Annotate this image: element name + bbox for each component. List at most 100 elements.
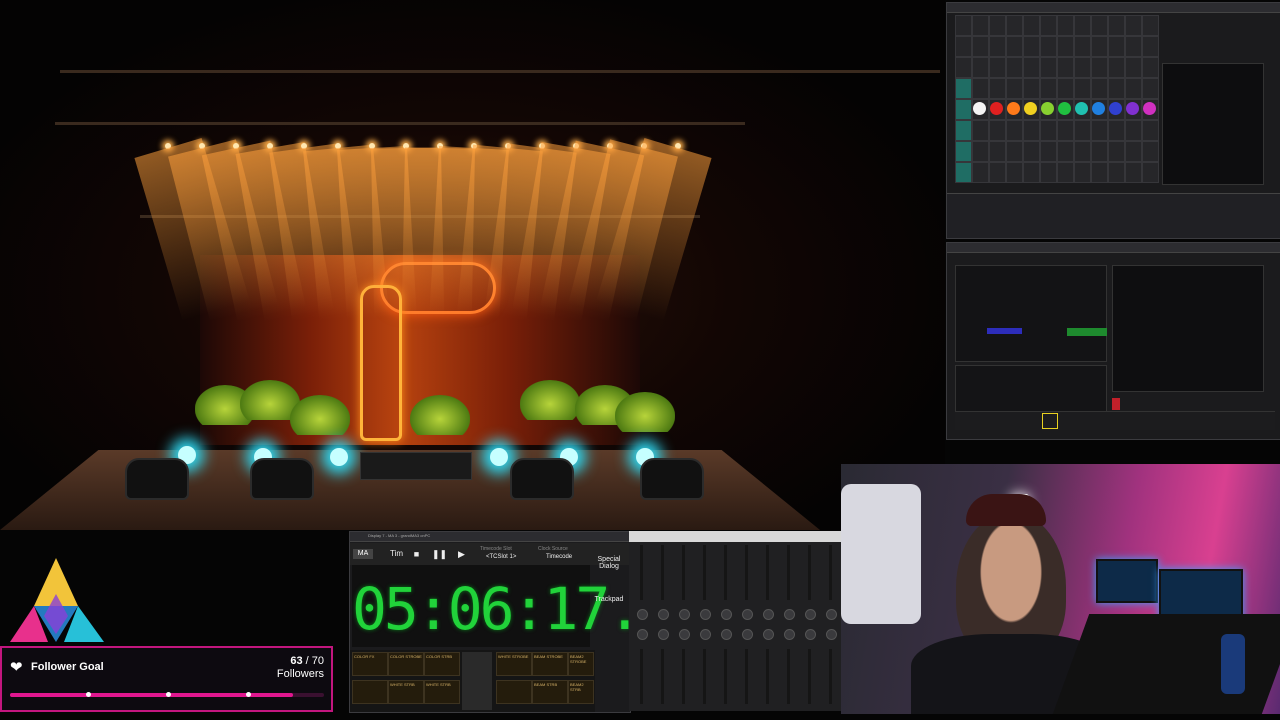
- pool-cell[interactable]: [1006, 141, 1023, 162]
- fader-window[interactable]: [629, 531, 841, 711]
- pool-cell[interactable]: [955, 15, 972, 36]
- executor-button[interactable]: COLOR FX: [352, 652, 388, 676]
- stop-icon[interactable]: ■: [410, 548, 423, 560]
- trackpad-button[interactable]: Trackpad: [592, 596, 626, 603]
- pool-cell[interactable]: [1023, 15, 1040, 36]
- pool-cell[interactable]: [1108, 78, 1125, 99]
- pool-cell[interactable]: [1125, 120, 1142, 141]
- executor-button[interactable]: BEAM STRB: [532, 680, 568, 704]
- pool-cell[interactable]: [1057, 78, 1074, 99]
- fader-track[interactable]: [766, 649, 769, 704]
- encoder-knob[interactable]: [658, 609, 669, 620]
- color-preset-icon[interactable]: [1092, 102, 1105, 115]
- pool-cell[interactable]: [1040, 36, 1057, 57]
- color-preset-icon[interactable]: [1058, 102, 1071, 115]
- fader-track[interactable]: [808, 649, 811, 704]
- fader-track[interactable]: [787, 545, 790, 600]
- pool-cell[interactable]: [1074, 141, 1091, 162]
- fader-track[interactable]: [640, 545, 643, 600]
- fader-track[interactable]: [703, 649, 706, 704]
- fader-track[interactable]: [724, 545, 727, 600]
- executor-strip[interactable]: COLOR FX COLOR STROBE COLOR STRB WHITE S…: [350, 650, 595, 712]
- pool-cell[interactable]: [1108, 141, 1125, 162]
- pool-cell[interactable]: [955, 78, 972, 99]
- encoder-knob[interactable]: [679, 609, 690, 620]
- pool-cell[interactable]: [972, 120, 989, 141]
- executor-button[interactable]: WHITE STROBE: [496, 652, 532, 676]
- timecode-window[interactable]: Display 7 - MA 3 - grandMA3 onPC MA Tim …: [349, 531, 631, 713]
- pool-cell[interactable]: [989, 120, 1006, 141]
- encoder-knob[interactable]: [700, 629, 711, 640]
- fader-track[interactable]: [703, 545, 706, 600]
- pool-cell[interactable]: [1074, 15, 1091, 36]
- pool-cell[interactable]: [1074, 120, 1091, 141]
- pool-cell[interactable]: [1040, 57, 1057, 78]
- selected-executor[interactable]: [1042, 413, 1058, 429]
- pool-cell[interactable]: [1057, 141, 1074, 162]
- pool-cell[interactable]: [989, 141, 1006, 162]
- pool-cell[interactable]: [972, 78, 989, 99]
- pool-cell[interactable]: [1108, 162, 1125, 183]
- window-titlebar[interactable]: [947, 3, 1280, 13]
- pool-cell[interactable]: [1057, 36, 1074, 57]
- pool-cell[interactable]: [955, 141, 972, 162]
- encoder-knob[interactable]: [826, 629, 837, 640]
- executor-button[interactable]: BEAM STROBE: [532, 652, 568, 676]
- fader-track[interactable]: [724, 649, 727, 704]
- fader-track[interactable]: [682, 545, 685, 600]
- fader-track[interactable]: [829, 649, 832, 704]
- pool-cell[interactable]: [1142, 120, 1159, 141]
- encoder-knob[interactable]: [826, 609, 837, 620]
- executor-button[interactable]: BEAM2 STRB: [568, 680, 594, 704]
- timecode-tab[interactable]: Tim: [390, 549, 403, 558]
- pool-cell[interactable]: [1040, 162, 1057, 183]
- pool-cell[interactable]: [1040, 120, 1057, 141]
- pool-cell[interactable]: [972, 36, 989, 57]
- executor-button[interactable]: COLOR STROBE: [388, 652, 424, 676]
- cue-list[interactable]: [955, 365, 1107, 412]
- pool-cell[interactable]: [1108, 57, 1125, 78]
- pool-cell[interactable]: [1108, 15, 1125, 36]
- encoder-knob[interactable]: [784, 609, 795, 620]
- executor-bar[interactable]: [955, 411, 1275, 430]
- pool-cell[interactable]: [989, 36, 1006, 57]
- encoder-knob[interactable]: [658, 629, 669, 640]
- pool-cell[interactable]: [1125, 141, 1142, 162]
- fader-track[interactable]: [640, 649, 643, 704]
- pool-cell[interactable]: [1142, 15, 1159, 36]
- pool-cell[interactable]: [1091, 141, 1108, 162]
- pool-cell[interactable]: [1040, 78, 1057, 99]
- pool-cell[interactable]: [989, 57, 1006, 78]
- pool-cell[interactable]: [1023, 120, 1040, 141]
- pool-cell[interactable]: [1023, 36, 1040, 57]
- pool-cell[interactable]: [1023, 78, 1040, 99]
- color-preset-icon[interactable]: [973, 102, 986, 115]
- pool-cell[interactable]: [1108, 36, 1125, 57]
- pool-cell[interactable]: [1142, 78, 1159, 99]
- color-preset-icon[interactable]: [1041, 102, 1054, 115]
- color-preset-icon[interactable]: [1126, 102, 1139, 115]
- pool-cell[interactable]: [1142, 141, 1159, 162]
- pool-cell[interactable]: [972, 15, 989, 36]
- pool-cell[interactable]: [1074, 57, 1091, 78]
- pool-cell[interactable]: [1091, 120, 1108, 141]
- color-preset-icon[interactable]: [1109, 102, 1122, 115]
- encoder-knob[interactable]: [784, 629, 795, 640]
- encoder-knob[interactable]: [805, 629, 816, 640]
- encoder-knob[interactable]: [763, 629, 774, 640]
- encoder-knob[interactable]: [637, 609, 648, 620]
- slot-value[interactable]: <TCSlot 1>: [486, 554, 516, 560]
- pool-cell[interactable]: [1006, 36, 1023, 57]
- encoder-knob[interactable]: [637, 629, 648, 640]
- encoder-knob[interactable]: [742, 609, 753, 620]
- fader-track[interactable]: [745, 545, 748, 600]
- pool-cell[interactable]: [1074, 162, 1091, 183]
- pool-cell[interactable]: [1057, 57, 1074, 78]
- fader-track[interactable]: [787, 649, 790, 704]
- encoder-knob[interactable]: [700, 609, 711, 620]
- pool-cell[interactable]: [1142, 162, 1159, 183]
- pool-cell[interactable]: [1125, 78, 1142, 99]
- pool-cell[interactable]: [1091, 36, 1108, 57]
- sequence-sheet[interactable]: [1112, 265, 1264, 392]
- encoder-knob[interactable]: [742, 629, 753, 640]
